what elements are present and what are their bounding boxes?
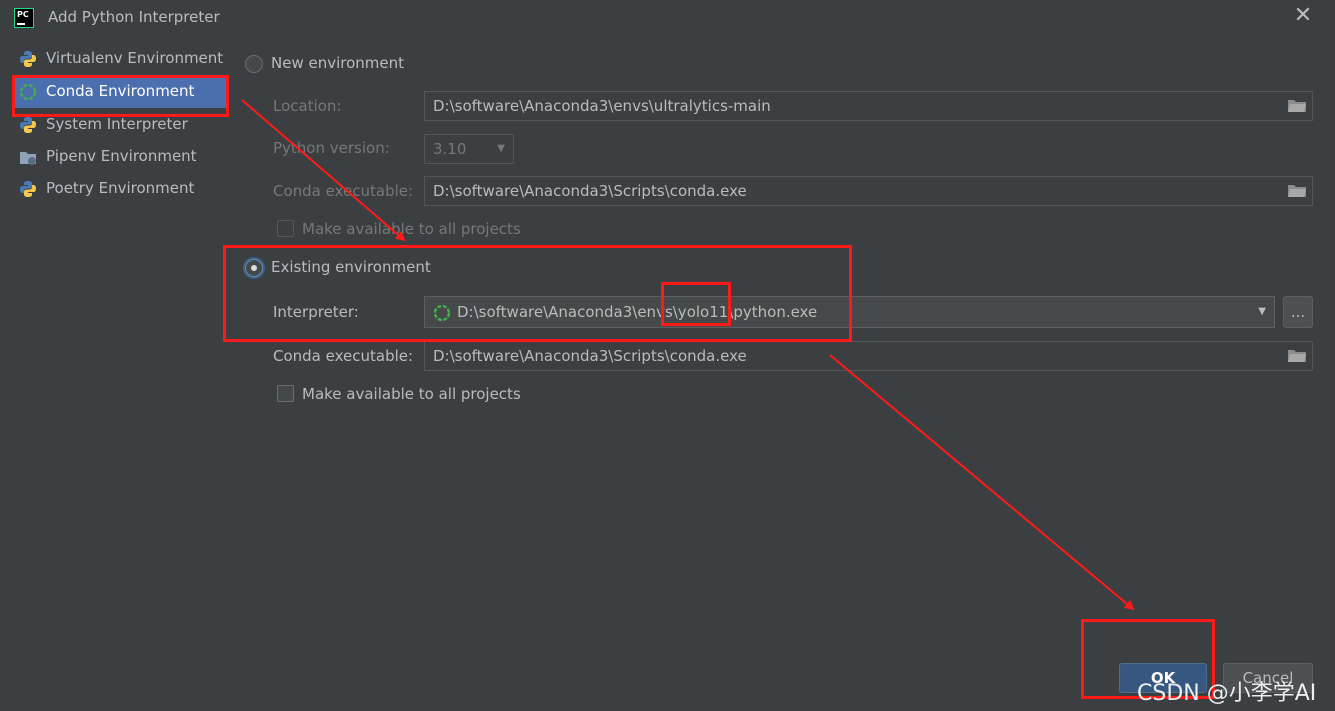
location-label: Location: bbox=[273, 97, 342, 115]
sidebar-item-virtualenv[interactable]: Virtualenv Environment bbox=[12, 43, 226, 75]
conda-executable-value: D:\software\Anaconda3\Scripts\conda.exe bbox=[433, 347, 747, 365]
location-field[interactable]: D:\software\Anaconda3\envs\ultralytics-m… bbox=[424, 91, 1313, 121]
python-icon bbox=[20, 117, 36, 133]
existing-environment-label: Existing environment bbox=[271, 258, 431, 276]
conda-icon bbox=[433, 304, 451, 322]
conda-executable-field-new[interactable]: D:\software\Anaconda3\Scripts\conda.exe bbox=[424, 176, 1313, 206]
conda-executable-value: D:\software\Anaconda3\Scripts\conda.exe bbox=[433, 182, 747, 200]
close-icon[interactable]: ✕ bbox=[1292, 5, 1314, 27]
interpreter-label: Interpreter: bbox=[273, 303, 359, 321]
conda-executable-label-new: Conda executable: bbox=[273, 182, 414, 200]
sidebar-item-pipenv[interactable]: Pipenv Environment bbox=[12, 141, 226, 173]
python-version-value: 3.10 bbox=[433, 140, 467, 158]
interpreter-value: D:\software\Anaconda3\envs\yolo11\python… bbox=[457, 303, 818, 321]
location-value: D:\software\Anaconda3\envs\ultralytics-m… bbox=[433, 97, 771, 115]
make-available-label-new: Make available to all projects bbox=[302, 220, 521, 238]
conda-executable-label-existing: Conda executable: bbox=[273, 347, 414, 365]
sidebar-item-poetry[interactable]: Poetry Environment bbox=[12, 173, 226, 205]
python-icon bbox=[20, 181, 36, 197]
pycharm-icon: PC bbox=[14, 8, 34, 28]
annotation-arrow-1 bbox=[241, 99, 406, 242]
annotation-arrow-2 bbox=[829, 354, 1135, 611]
chevron-down-icon: ▼ bbox=[497, 143, 505, 154]
folder-icon[interactable] bbox=[1288, 349, 1306, 362]
new-environment-label: New environment bbox=[271, 54, 405, 72]
python-version-label: Python version: bbox=[273, 139, 390, 157]
python-version-select[interactable]: 3.10 ▼ bbox=[424, 134, 514, 164]
window-title: Add Python Interpreter bbox=[48, 8, 220, 26]
folder-icon[interactable] bbox=[1288, 99, 1306, 112]
new-environment-radio[interactable] bbox=[245, 55, 263, 73]
make-available-checkbox-new[interactable] bbox=[277, 220, 294, 237]
make-available-label-existing: Make available to all projects bbox=[302, 385, 521, 403]
python-icon bbox=[20, 51, 36, 67]
conda-icon bbox=[19, 83, 37, 101]
browse-interpreter-button[interactable]: ... bbox=[1283, 296, 1313, 328]
sidebar-item-system[interactable]: System Interpreter bbox=[12, 109, 226, 141]
pipenv-icon bbox=[20, 152, 36, 165]
chevron-down-icon[interactable]: ▼ bbox=[1258, 297, 1266, 327]
make-available-checkbox-existing[interactable] bbox=[277, 385, 294, 402]
sidebar-item-label: Virtualenv Environment bbox=[46, 49, 224, 67]
folder-icon[interactable] bbox=[1288, 184, 1306, 197]
interpreter-select[interactable]: D:\software\Anaconda3\envs\yolo11\python… bbox=[424, 296, 1275, 328]
watermark: CSDN @小李学AI bbox=[1137, 681, 1317, 706]
conda-executable-field-existing[interactable]: D:\software\Anaconda3\Scripts\conda.exe bbox=[424, 341, 1313, 371]
title-bar: PC Add Python Interpreter ✕ bbox=[0, 0, 1335, 36]
sidebar-item-label: Conda Environment bbox=[46, 82, 195, 100]
sidebar-item-label: Pipenv Environment bbox=[46, 147, 197, 165]
sidebar-item-label: System Interpreter bbox=[46, 115, 188, 133]
sidebar-item-conda[interactable]: Conda Environment bbox=[12, 76, 226, 108]
sidebar-item-label: Poetry Environment bbox=[46, 179, 195, 197]
existing-environment-radio[interactable] bbox=[245, 259, 263, 277]
